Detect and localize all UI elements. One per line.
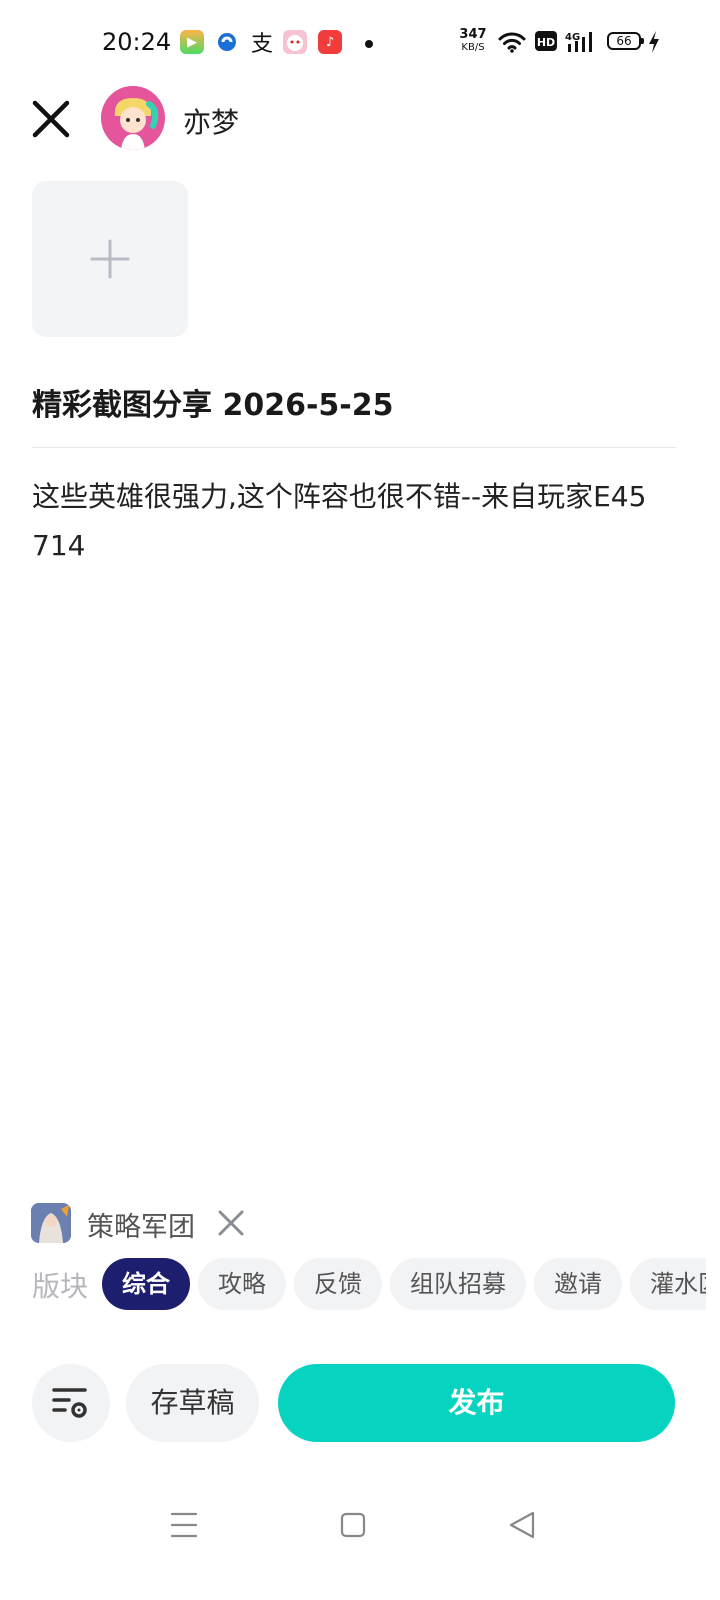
battery-icon: 66 [607, 32, 644, 50]
section-chips: 综合攻略反馈组队招募邀请灌水区 [102, 1258, 706, 1310]
menu-nav-icon[interactable] [166, 1507, 202, 1543]
section-label: 版块 [32, 1270, 89, 1303]
save-draft-button[interactable]: 存草稿 [126, 1364, 259, 1442]
section-chip-team-recruit[interactable]: 组队招募 [390, 1258, 526, 1310]
mascot-app-icon [283, 30, 307, 54]
community-name: 策略军团 [87, 1212, 195, 1243]
status-time: 20:24 [102, 28, 172, 56]
status-bar: 20:24 ▶ 支 ♪ 347 KB/S HD 4G 66 [0, 20, 720, 68]
post-body-input[interactable]: 这些英雄很强力,这个阵容也很不错--来自玩家E45714 [32, 472, 652, 570]
divider [32, 447, 676, 448]
close-icon[interactable] [30, 98, 72, 140]
community-icon [31, 1203, 71, 1243]
section-chip-offtopic[interactable]: 灌水区 [630, 1258, 706, 1310]
network-speed: 347 KB/S [456, 28, 490, 54]
remove-community-icon[interactable] [216, 1208, 246, 1238]
section-chip-invite[interactable]: 邀请 [534, 1258, 622, 1310]
svg-text:HD: HD [537, 36, 555, 49]
section-chip-feedback[interactable]: 反馈 [294, 1258, 382, 1310]
music-app-icon: ♪ [318, 30, 342, 54]
4g-signal-icon: 4G [565, 32, 592, 52]
post-title-input[interactable]: 精彩截图分享 2026-5-25 [32, 380, 393, 424]
plus-icon [90, 239, 130, 279]
section-chip-general[interactable]: 综合 [102, 1258, 190, 1310]
bank-app-icon [215, 30, 239, 54]
post-settings-button[interactable] [32, 1364, 110, 1442]
home-nav-icon[interactable] [335, 1507, 371, 1543]
charging-icon [649, 31, 659, 53]
publish-button[interactable]: 发布 [278, 1364, 675, 1442]
list-settings-icon [52, 1388, 87, 1418]
notification-dot [365, 40, 373, 48]
alipay-icon: 支 [250, 32, 273, 57]
add-image-button[interactable] [32, 181, 188, 337]
back-nav-icon[interactable] [505, 1507, 541, 1543]
wifi-icon [498, 32, 526, 53]
network-speed-value: 347 [459, 27, 487, 42]
username: 亦梦 [183, 106, 240, 139]
video-app-icon: ▶ [180, 30, 204, 54]
network-speed-unit: KB/S [461, 42, 485, 53]
section-chip-guides[interactable]: 攻略 [198, 1258, 286, 1310]
hd-icon: HD [535, 31, 557, 51]
avatar[interactable] [101, 86, 165, 150]
